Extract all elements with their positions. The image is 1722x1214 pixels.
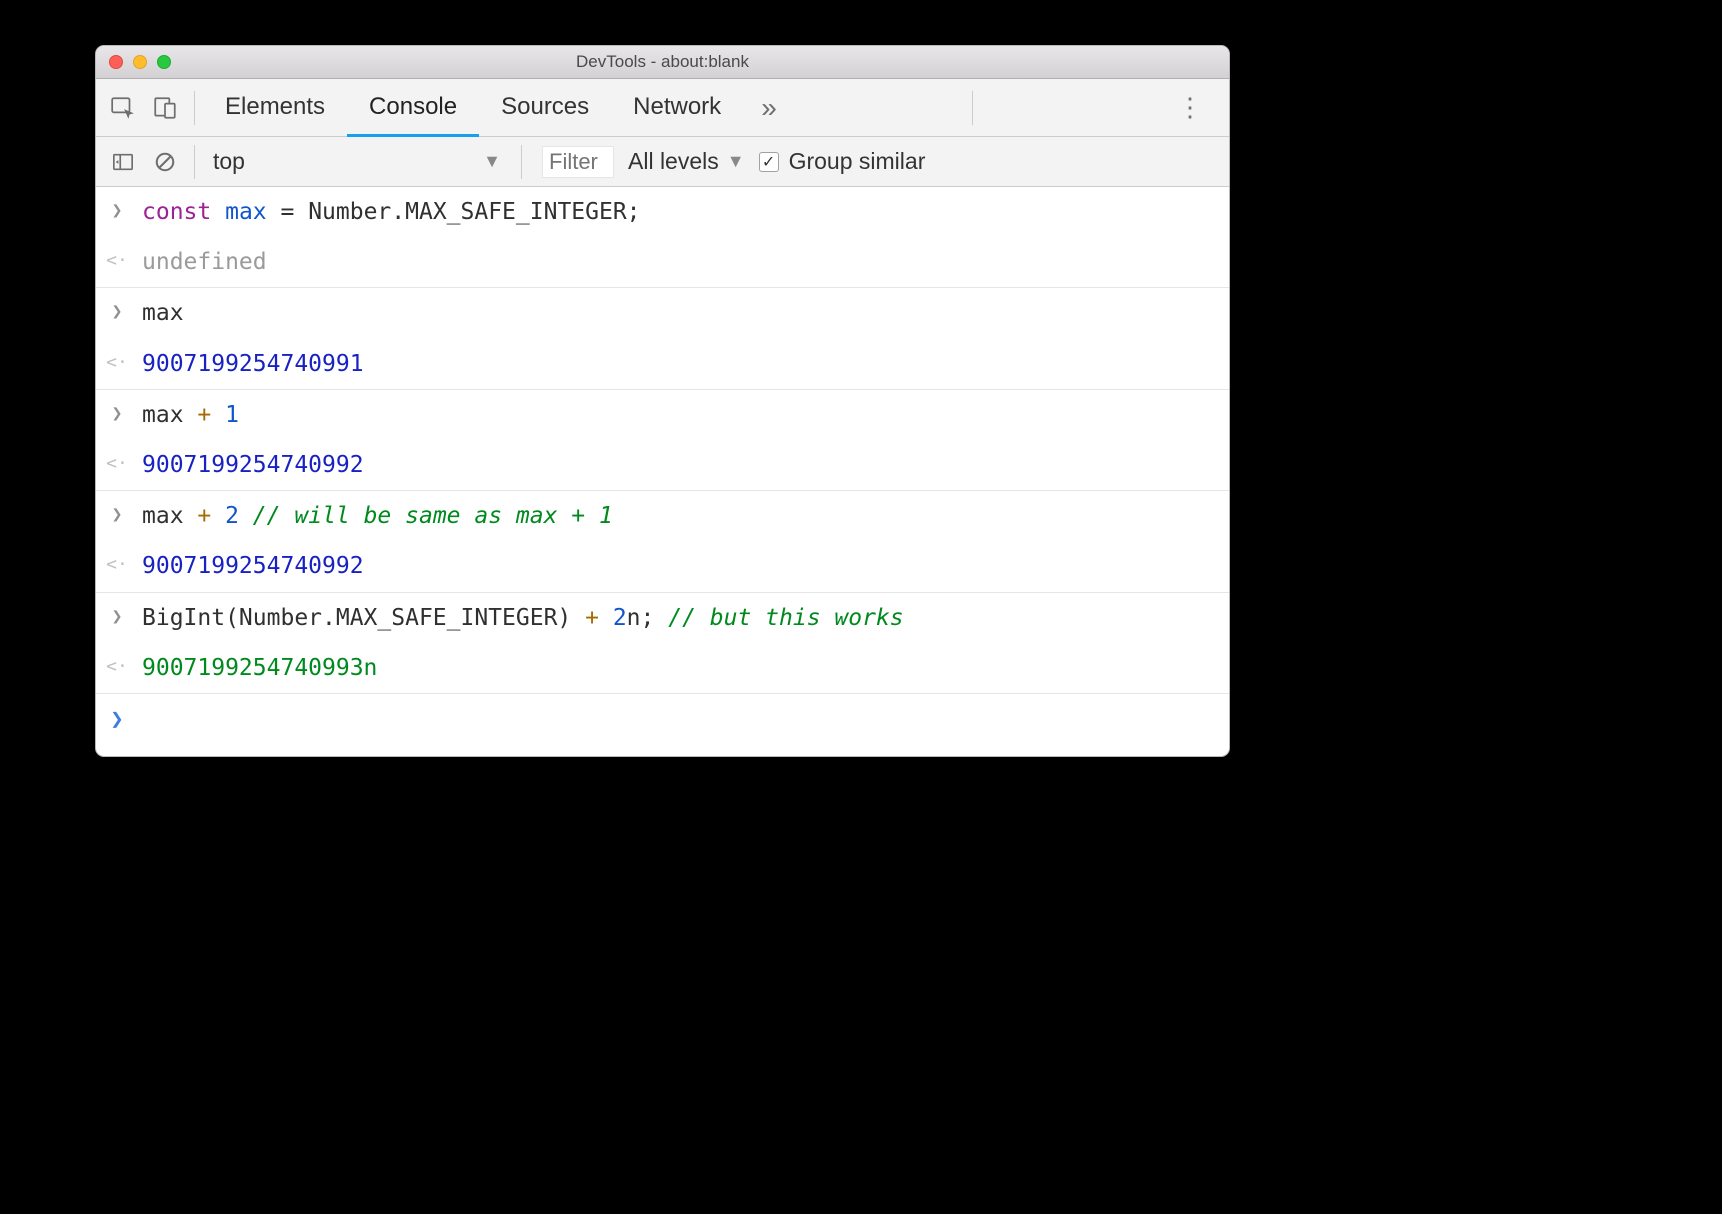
input-chevron-icon: ❯ <box>106 399 128 426</box>
console-result: 9007199254740993n <box>142 652 377 684</box>
output-chevron-icon: <· <box>106 246 128 273</box>
prompt-chevron-icon: ❯ <box>106 703 128 736</box>
console-input-row[interactable]: ❯ max + 2 // will be same as max + 1 <box>96 491 1229 541</box>
console-output-row: <· 9007199254740992 <box>96 440 1229 490</box>
input-chevron-icon: ❯ <box>106 500 128 527</box>
console-code: max + 2 // will be same as max + 1 <box>142 500 613 532</box>
tab-elements[interactable]: Elements <box>203 79 347 137</box>
output-chevron-icon: <· <box>106 652 128 679</box>
panel-tabs: Elements Console Sources Network <box>203 79 743 136</box>
console-input-row[interactable]: ❯ BigInt(Number.MAX_SAFE_INTEGER) + 2n; … <box>96 593 1229 643</box>
console-entry: ❯ max + 2 // will be same as max + 1 <· … <box>96 491 1229 592</box>
titlebar: DevTools - about:blank <box>96 46 1229 79</box>
levels-label: All levels <box>628 148 719 175</box>
output-chevron-icon: <· <box>106 348 128 375</box>
sidebar-toggle-icon[interactable] <box>102 141 144 183</box>
filter-input[interactable] <box>542 146 614 178</box>
console-entry: ❯ const max = Number.MAX_SAFE_INTEGER; <… <box>96 187 1229 288</box>
console-result: 9007199254740992 <box>142 550 364 582</box>
chevron-down-icon: ▼ <box>727 151 745 172</box>
tab-console[interactable]: Console <box>347 79 479 137</box>
tab-network[interactable]: Network <box>611 79 743 137</box>
console-toolbar: top ▼ All levels ▼ ✓ Group similar <box>96 137 1229 187</box>
input-chevron-icon: ❯ <box>106 196 128 223</box>
inspect-element-icon[interactable] <box>102 87 144 129</box>
context-selector[interactable]: top ▼ <box>213 148 513 175</box>
group-similar-label: Group similar <box>789 148 926 175</box>
console-output-row: <· undefined <box>96 237 1229 287</box>
minimize-icon[interactable] <box>133 55 147 69</box>
devtools-tabbar: Elements Console Sources Network » ⋮ <box>96 79 1229 137</box>
log-levels-selector[interactable]: All levels ▼ <box>628 148 745 175</box>
separator <box>972 91 973 125</box>
console-output: ❯ const max = Number.MAX_SAFE_INTEGER; <… <box>96 187 1229 756</box>
console-output-row: <· 9007199254740992 <box>96 541 1229 591</box>
console-entry: ❯ max + 1 <· 9007199254740992 <box>96 390 1229 491</box>
console-result: 9007199254740991 <box>142 348 364 380</box>
console-prompt-row[interactable]: ❯ <box>96 694 1229 756</box>
console-input-row[interactable]: ❯ max + 1 <box>96 390 1229 440</box>
console-code: max + 1 <box>142 399 239 431</box>
output-chevron-icon: <· <box>106 550 128 577</box>
clear-console-icon[interactable] <box>144 141 186 183</box>
console-input-row[interactable]: ❯ max <box>96 288 1229 338</box>
console-output-row: <· 9007199254740991 <box>96 339 1229 389</box>
console-entry: ❯ max <· 9007199254740991 <box>96 288 1229 389</box>
window-title: DevTools - about:blank <box>96 52 1229 72</box>
separator <box>194 145 195 179</box>
console-result: undefined <box>142 246 267 278</box>
output-chevron-icon: <· <box>106 449 128 476</box>
close-icon[interactable] <box>109 55 123 69</box>
tab-sources[interactable]: Sources <box>479 79 611 137</box>
context-label: top <box>213 148 245 175</box>
input-chevron-icon: ❯ <box>106 602 128 629</box>
devtools-window: DevTools - about:blank Elements Console … <box>95 45 1230 757</box>
device-toolbar-icon[interactable] <box>144 87 186 129</box>
chevron-down-icon: ▼ <box>483 151 501 172</box>
console-code: const max = Number.MAX_SAFE_INTEGER; <box>142 196 641 228</box>
console-input-row[interactable]: ❯ const max = Number.MAX_SAFE_INTEGER; <box>96 187 1229 237</box>
console-code: max <box>142 297 184 329</box>
separator <box>194 91 195 125</box>
group-similar-checkbox[interactable]: ✓ <box>759 152 779 172</box>
zoom-icon[interactable] <box>157 55 171 69</box>
console-entry: ❯ BigInt(Number.MAX_SAFE_INTEGER) + 2n; … <box>96 593 1229 694</box>
input-chevron-icon: ❯ <box>106 297 128 324</box>
console-output-row: <· 9007199254740993n <box>96 643 1229 693</box>
separator <box>521 145 522 179</box>
more-tabs-icon[interactable]: » <box>743 92 795 124</box>
console-result: 9007199254740992 <box>142 449 364 481</box>
window-controls <box>96 55 171 69</box>
console-code: BigInt(Number.MAX_SAFE_INTEGER) + 2n; //… <box>142 602 904 634</box>
kebab-menu-icon[interactable]: ⋮ <box>1159 92 1223 123</box>
